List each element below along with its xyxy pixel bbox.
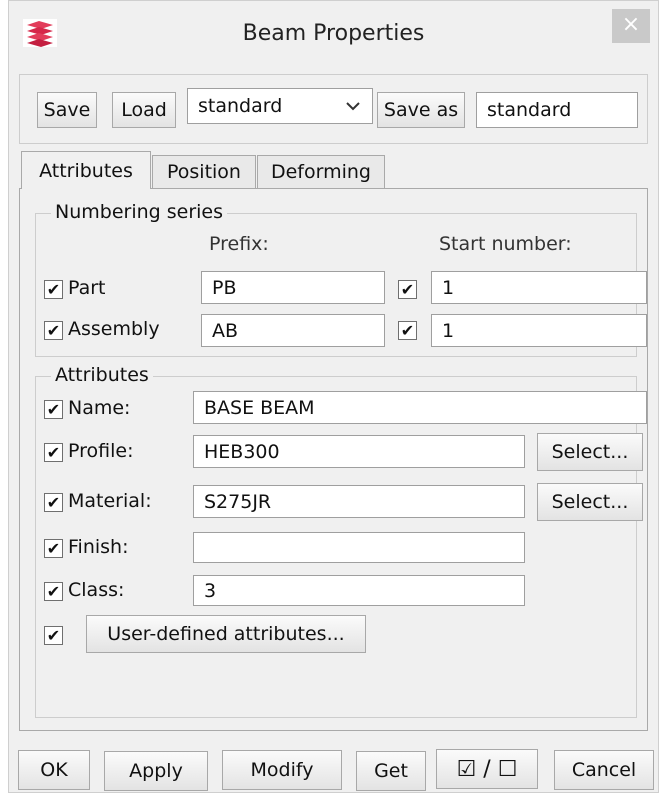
class-input[interactable]: 3 xyxy=(193,575,525,606)
preset-select-value: standard xyxy=(198,95,283,117)
save-as-name-input[interactable]: standard xyxy=(476,92,638,128)
title-bar: Beam Properties × xyxy=(9,1,658,73)
modify-button[interactable]: Modify xyxy=(222,750,342,790)
save-as-button[interactable]: Save as xyxy=(377,92,465,128)
profile-checkbox[interactable]: ✔ xyxy=(44,443,63,462)
attributes-group-title: Attributes xyxy=(51,364,153,386)
finish-input[interactable] xyxy=(193,532,525,563)
window-title: Beam Properties xyxy=(242,21,425,46)
finish-label: Finish: xyxy=(68,536,129,558)
preset-select[interactable]: standard xyxy=(187,88,373,124)
chevron-down-icon xyxy=(346,102,360,111)
assembly-start-number-input[interactable]: 1 xyxy=(431,314,647,347)
tab-attributes[interactable]: Attributes xyxy=(21,151,151,189)
material-input[interactable]: S275JR xyxy=(193,485,525,518)
name-label: Name: xyxy=(68,397,131,419)
name-input[interactable]: BASE BEAM xyxy=(193,391,647,424)
class-label: Class: xyxy=(68,579,125,601)
material-checkbox[interactable]: ✔ xyxy=(44,493,63,512)
name-checkbox[interactable]: ✔ xyxy=(44,400,63,419)
tab-position[interactable]: Position xyxy=(152,155,256,188)
material-select-button[interactable]: Select... xyxy=(537,483,643,521)
assembly-label: Assembly xyxy=(68,318,160,340)
close-icon[interactable]: × xyxy=(612,9,650,43)
assembly-prefix-input[interactable]: AB xyxy=(201,314,385,347)
part-start-checkbox[interactable]: ✔ xyxy=(398,280,417,299)
get-button[interactable]: Get xyxy=(356,751,426,791)
apply-button[interactable]: Apply xyxy=(104,751,208,791)
profile-label: Profile: xyxy=(68,440,134,462)
finish-checkbox[interactable]: ✔ xyxy=(44,539,63,558)
toggle-all-checkboxes-button[interactable]: ☑ / ☐ xyxy=(436,749,538,789)
user-defined-attributes-button[interactable]: User-defined attributes... xyxy=(86,615,366,653)
start-number-header: Start number: xyxy=(439,233,572,255)
beam-properties-window: Beam Properties × Save Load standard Sav… xyxy=(8,0,659,793)
tab-deforming[interactable]: Deforming xyxy=(257,155,385,188)
part-label: Part xyxy=(68,277,106,299)
prefix-header: Prefix: xyxy=(209,233,269,255)
profile-select-button[interactable]: Select... xyxy=(537,433,643,471)
assembly-start-checkbox[interactable]: ✔ xyxy=(398,321,417,340)
load-button[interactable]: Load xyxy=(112,92,176,128)
ok-button[interactable]: OK xyxy=(18,750,90,790)
numbering-series-title: Numbering series xyxy=(51,201,228,223)
material-label: Material: xyxy=(68,490,152,512)
save-button[interactable]: Save xyxy=(37,92,97,128)
part-start-number-input[interactable]: 1 xyxy=(431,271,647,304)
part-checkbox[interactable]: ✔ xyxy=(44,280,63,299)
user-defined-attributes-checkbox[interactable]: ✔ xyxy=(44,626,63,645)
profile-input[interactable]: HEB300 xyxy=(193,435,525,468)
part-prefix-input[interactable]: PB xyxy=(201,271,385,304)
class-checkbox[interactable]: ✔ xyxy=(44,582,63,601)
cancel-button[interactable]: Cancel xyxy=(554,750,654,790)
assembly-checkbox[interactable]: ✔ xyxy=(44,321,63,340)
